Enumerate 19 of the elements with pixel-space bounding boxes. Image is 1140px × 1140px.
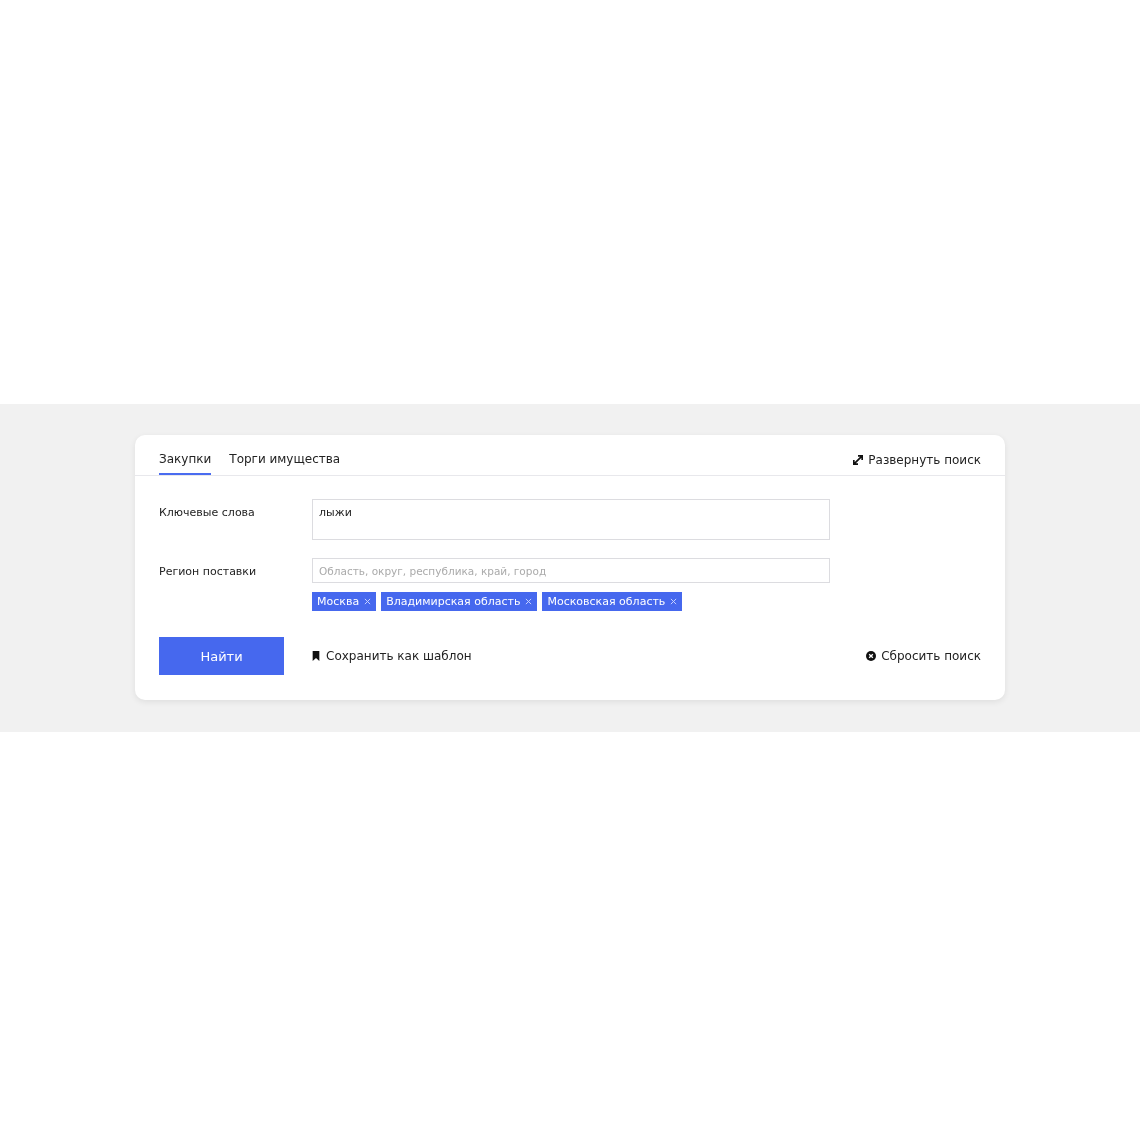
expand-icon	[853, 455, 864, 465]
keywords-field[interactable]: лыжи	[312, 499, 830, 540]
remove-icon[interactable]	[525, 598, 533, 605]
save-template-link[interactable]: Сохранить как шаблон	[311, 649, 472, 663]
find-button[interactable]: Найти	[159, 637, 284, 675]
region-tag: Москва	[312, 592, 377, 611]
reset-search-link[interactable]: Сбросить поиск	[866, 649, 981, 663]
remove-icon[interactable]	[670, 598, 678, 605]
expand-search-link[interactable]: Развернуть поиск	[853, 453, 981, 475]
region-field[interactable]: Область, округ, республика, край, город	[312, 558, 830, 583]
clear-icon	[866, 651, 877, 661]
tab[interactable]: Закупки	[159, 452, 212, 475]
tab[interactable]: Торги имущества	[229, 452, 341, 475]
region-tag: Московская область	[542, 592, 683, 611]
region-tag: Владимирская область	[381, 592, 538, 611]
remove-icon[interactable]	[364, 598, 372, 605]
field-label: Ключевые слова	[159, 505, 256, 521]
bookmark-icon	[311, 651, 321, 661]
field-label: Регион поставки	[159, 564, 258, 580]
